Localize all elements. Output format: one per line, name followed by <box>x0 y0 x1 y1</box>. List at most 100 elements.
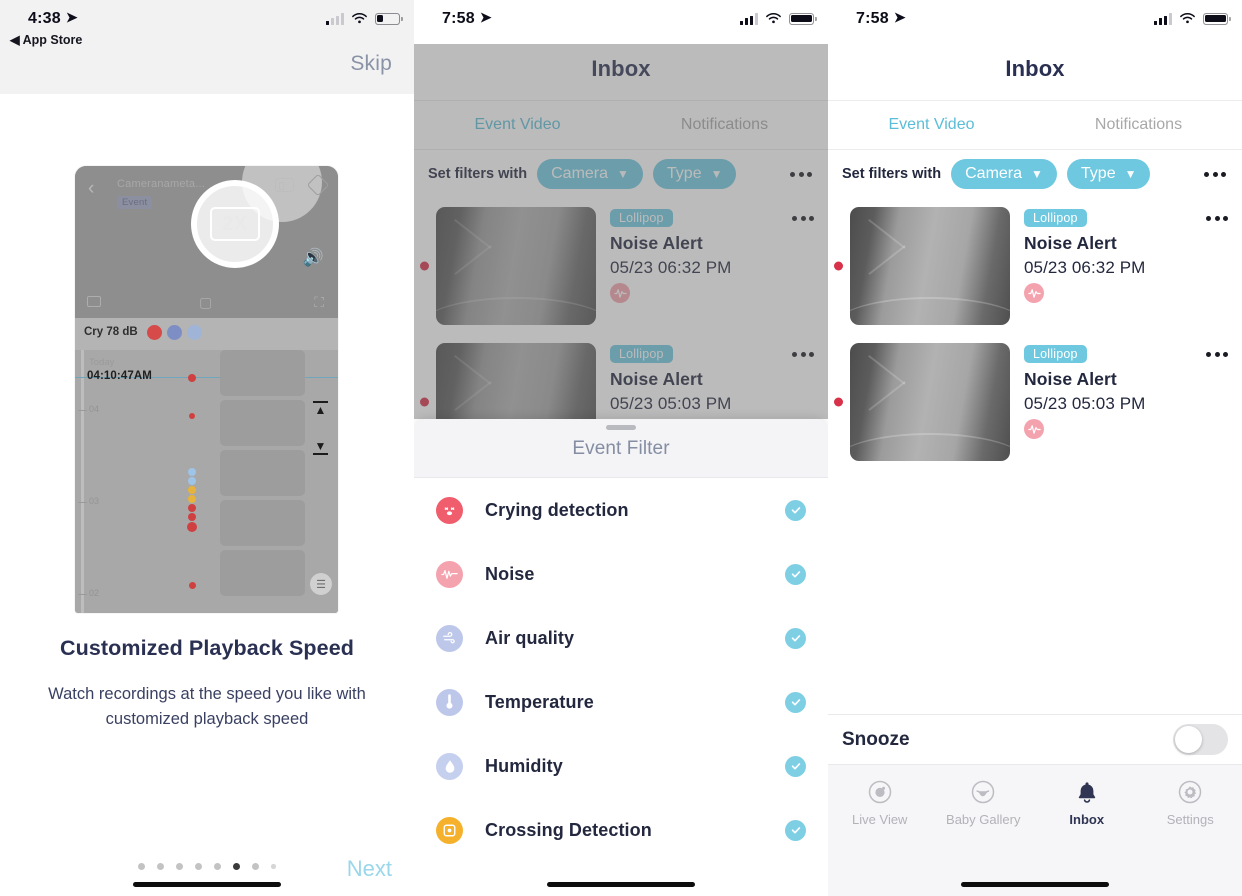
sheet-grabber-handle[interactable] <box>606 425 636 430</box>
list-item[interactable]: Lollipop Noise Alert 05/23 06:32 PM <box>414 198 828 334</box>
filter-checkbox[interactable] <box>785 691 806 713</box>
event-more-icon[interactable] <box>1206 216 1228 221</box>
status-indicators <box>326 12 403 25</box>
type-filter-label: Type <box>1080 165 1116 182</box>
filter-checkbox[interactable] <box>785 563 806 585</box>
event-title: Noise Alert <box>610 233 703 253</box>
page-dot[interactable] <box>271 864 276 869</box>
filter-row-air-quality[interactable]: Air quality <box>414 606 828 670</box>
timeline-layers-icon[interactable]: ☰ <box>310 573 332 595</box>
screenshot-stage: 4:38 ➤ ◀ App Store Skip ‹ Cameranameta...… <box>0 0 1242 896</box>
tab-notifications[interactable]: Notifications <box>621 101 828 149</box>
filter-checkbox[interactable] <box>785 819 806 841</box>
wifi-icon <box>766 13 781 24</box>
camera-filter-label: Camera <box>965 165 1023 182</box>
tab-settings[interactable]: Settings <box>1139 777 1242 827</box>
filter-row-noise[interactable]: Noise <box>414 542 828 606</box>
page-dot[interactable] <box>195 863 203 870</box>
tab-notifications[interactable]: Notifications <box>1035 101 1242 149</box>
battery-icon <box>789 12 817 25</box>
tab-live-view[interactable]: Live View <box>828 777 932 827</box>
event-title: Noise Alert <box>610 369 703 389</box>
event-timestamp: 05/23 05:03 PM <box>610 394 732 413</box>
page-dot[interactable] <box>214 863 222 870</box>
noise-icon <box>1024 283 1044 303</box>
type-filter-dropdown[interactable]: Type ▼ <box>1066 159 1151 189</box>
tab-event-video[interactable]: Event Video <box>828 101 1035 149</box>
event-more-icon[interactable] <box>792 216 814 221</box>
event-title: Noise Alert <box>1024 233 1117 253</box>
bottom-tab-bar: Live View Baby Gallery Inbox Settings <box>828 765 1242 896</box>
tab-inbox[interactable]: Inbox <box>1035 777 1139 827</box>
crossing-detection-icon <box>436 816 463 844</box>
event-more-icon[interactable] <box>1206 352 1228 357</box>
page-dot-active[interactable] <box>233 863 241 870</box>
timeline-clip-card <box>220 400 305 446</box>
event-timestamp: 05/23 06:32 PM <box>610 258 732 277</box>
back-to-app-label[interactable]: ◀ App Store <box>10 32 82 47</box>
timeline-event-dot <box>187 522 197 532</box>
timeline-prev-button[interactable]: ▲ <box>311 400 330 420</box>
onboarding-subtitle: Watch recordings at the speed you like w… <box>48 685 366 729</box>
event-meta: Lollipop Noise Alert 05/23 05:03 PM <box>1010 343 1145 461</box>
battery-icon <box>375 12 403 25</box>
panel-inbox-filter-open: 7:58 ➤ Inbox Event Video Notifications Se… <box>414 0 828 896</box>
status-indicators <box>740 12 817 25</box>
status-badge: Lollipop <box>610 345 673 363</box>
home-indicator <box>133 881 281 887</box>
filter-label: Air quality <box>485 627 575 648</box>
filter-checkbox[interactable] <box>785 499 806 521</box>
mockup-back-chevron-icon: ‹ <box>88 178 95 199</box>
event-thumbnail[interactable] <box>436 207 596 325</box>
list-item[interactable]: Lollipop Noise Alert 05/23 06:32 PM <box>828 198 1242 334</box>
baby-gallery-icon <box>970 777 996 807</box>
status-bar-3: 7:58 ➤ <box>828 0 1242 44</box>
playback-mockup-image: ‹ Cameranameta... Event 🔊 ▢ ⛶ 2X Cry 78 … <box>75 166 338 613</box>
camera-filter-dropdown[interactable]: Camera ▼ <box>537 159 643 189</box>
gear-icon <box>1177 777 1203 807</box>
snooze-row[interactable]: Snooze <box>828 714 1242 765</box>
filter-row-crossing-detection[interactable]: Crossing Detection <box>414 798 828 862</box>
chevron-down-icon: ▼ <box>1031 167 1043 181</box>
status-bar-1: 4:38 ➤ ◀ App Store <box>0 0 414 47</box>
timeline-event-dot <box>188 468 196 476</box>
filter-checkbox[interactable] <box>785 755 806 777</box>
event-thumbnail[interactable] <box>850 343 1010 461</box>
tab-event-video[interactable]: Event Video <box>414 101 621 149</box>
page-dot[interactable] <box>157 863 165 870</box>
more-options-icon[interactable] <box>790 171 814 177</box>
filter-row-crying-detection[interactable]: Crying detection <box>414 478 828 542</box>
unread-dot <box>420 261 429 271</box>
event-more-icon[interactable] <box>792 352 814 357</box>
status-time: 4:38 ➤ <box>28 9 78 27</box>
page-dot[interactable] <box>176 863 184 870</box>
skip-button[interactable]: Skip <box>350 52 392 76</box>
filter-row-temperature[interactable]: Temperature <box>414 670 828 734</box>
page-dot[interactable] <box>252 863 260 870</box>
timeline-event-dot <box>188 477 196 485</box>
next-button[interactable]: Next <box>347 856 392 882</box>
snooze-toggle[interactable] <box>1173 724 1228 755</box>
event-list-3: Lollipop Noise Alert 05/23 06:32 PM Loll… <box>828 198 1242 470</box>
type-filter-label: Type <box>666 165 702 182</box>
mockup-controls-row: ▢ ⛶ <box>75 292 338 320</box>
timeline-clip-card <box>220 500 305 546</box>
filter-checkbox[interactable] <box>785 627 806 649</box>
more-options-icon[interactable] <box>1204 171 1228 177</box>
unread-dot <box>420 397 429 407</box>
event-thumbnail[interactable] <box>850 207 1010 325</box>
page-dot[interactable] <box>138 863 146 870</box>
tab-baby-gallery[interactable]: Baby Gallery <box>932 777 1036 827</box>
list-item[interactable]: Lollipop Noise Alert 05/23 05:03 PM <box>828 334 1242 470</box>
playback-speed-value: 2X <box>210 207 260 241</box>
thermometer-icon <box>436 688 463 716</box>
timeline-clip-card <box>220 450 305 496</box>
mockup-speaker-icon: 🔊 <box>302 248 324 267</box>
timeline-next-button[interactable]: ▼ <box>311 436 330 456</box>
camera-filter-dropdown[interactable]: Camera ▼ <box>951 159 1057 189</box>
filter-label: Crying detection <box>485 499 629 520</box>
type-filter-dropdown[interactable]: Type ▼ <box>652 159 737 189</box>
filter-row-humidity[interactable]: Humidity <box>414 734 828 798</box>
cellular-signal-icon <box>740 13 758 25</box>
event-timestamp: 05/23 05:03 PM <box>1024 394 1146 413</box>
